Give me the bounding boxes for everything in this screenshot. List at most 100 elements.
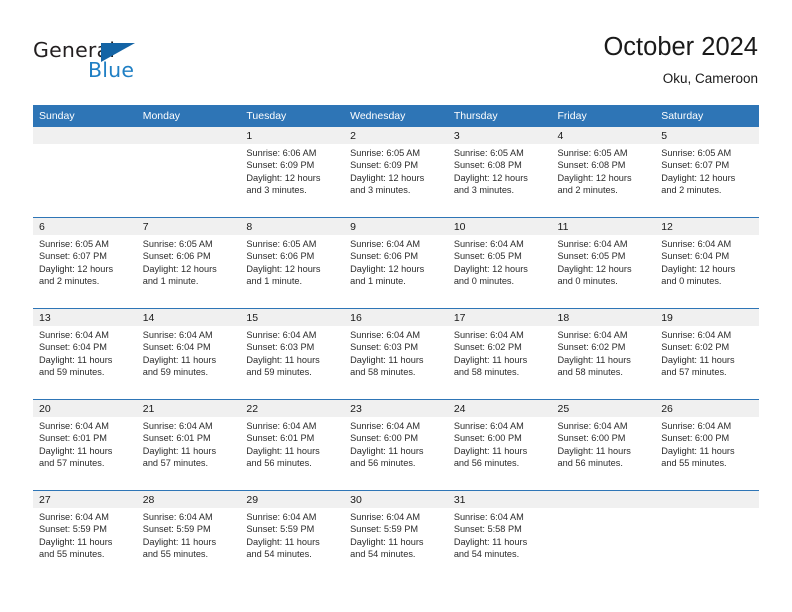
- daylight-text: Daylight: 11 hours and 57 minutes.: [142, 445, 217, 468]
- day-number: 4: [551, 127, 656, 144]
- day-cell[interactable]: [655, 490, 759, 581]
- day-number: 3: [447, 127, 552, 144]
- general-blue-logo: General Blue: [33, 38, 253, 90]
- weekday-header-sunday: Sunday: [33, 105, 137, 127]
- day-cell[interactable]: [551, 490, 656, 581]
- daylight-text: Daylight: 11 hours and 56 minutes.: [453, 445, 528, 468]
- sunset-text: Sunset: 6:03 PM: [350, 342, 419, 353]
- weekday-header-row: Sunday Monday Tuesday Wednesday Thursday…: [33, 105, 759, 127]
- sunset-text: Sunset: 5:59 PM: [39, 524, 107, 535]
- day-cell[interactable]: 27 Sunrise: 6:04 AM Sunset: 5:59 PM Dayligh…: [33, 490, 137, 581]
- daylight-text: Daylight: 11 hours and 59 minutes.: [142, 354, 217, 377]
- sunset-text: Sunset: 6:04 PM: [39, 342, 107, 353]
- day-cell[interactable]: 22 Sunrise: 6:04 AM Sunset: 6:01 PM Dayligh…: [240, 399, 345, 491]
- daylight-text: Daylight: 12 hours and 0 minutes.: [557, 263, 632, 286]
- sunset-text: Sunset: 6:06 PM: [246, 251, 315, 262]
- day-cell[interactable]: 1 Sunrise: 6:06 AM Sunset: 6:09 PM Daylight…: [240, 127, 345, 218]
- day-cell[interactable]: 4 Sunrise: 6:05 AM Sunset: 6:08 PM Daylight…: [551, 127, 656, 218]
- day-cell[interactable]: 17 Sunrise: 6:04 AM Sunset: 6:02 PM Dayligh…: [447, 308, 552, 400]
- daylight-text: Daylight: 12 hours and 1 minute.: [142, 263, 217, 286]
- day-cell[interactable]: 21 Sunrise: 6:04 AM Sunset: 6:01 PM Dayligh…: [136, 399, 241, 491]
- day-cell[interactable]: 3 Sunrise: 6:05 AM Sunset: 6:08 PM Daylight…: [447, 127, 552, 218]
- sunset-text: Sunset: 6:05 PM: [453, 251, 522, 262]
- sunrise-text: Sunrise: 6:04 AM: [350, 512, 421, 522]
- day-number: 9: [344, 218, 448, 235]
- day-cell[interactable]: 28 Sunrise: 6:04 AM Sunset: 5:59 PM Dayligh…: [136, 490, 241, 581]
- day-cell[interactable]: 12 Sunrise: 6:04 AM Sunset: 6:04 PM Dayligh…: [655, 217, 759, 309]
- day-cell[interactable]: 5 Sunrise: 6:05 AM Sunset: 6:07 PM Daylight…: [655, 127, 759, 218]
- day-cell[interactable]: 16 Sunrise: 6:04 AM Sunset: 6:03 PM Dayligh…: [344, 308, 448, 400]
- day-cell[interactable]: 13 Sunrise: 6:04 AM Sunset: 6:04 PM Dayligh…: [33, 308, 137, 400]
- sunset-text: Sunset: 6:05 PM: [557, 251, 626, 262]
- day-cell[interactable]: 25 Sunrise: 6:04 AM Sunset: 6:00 PM Dayligh…: [551, 399, 656, 491]
- day-cell[interactable]: 10 Sunrise: 6:04 AM Sunset: 6:05 PM Dayligh…: [447, 217, 552, 309]
- sunset-text: Sunset: 6:00 PM: [557, 433, 626, 444]
- day-cell[interactable]: 11 Sunrise: 6:04 AM Sunset: 6:05 PM Dayligh…: [551, 217, 656, 309]
- day-cell[interactable]: 8 Sunrise: 6:05 AM Sunset: 6:06 PM Daylight…: [240, 217, 345, 309]
- day-number: 23: [344, 400, 448, 417]
- daylight-text: Daylight: 11 hours and 55 minutes.: [142, 536, 217, 559]
- day-cell[interactable]: 31 Sunrise: 6:04 AM Sunset: 5:58 PM Dayligh…: [447, 490, 552, 581]
- calendar-week-row: 13 Sunrise: 6:04 AM Sunset: 6:04 PM Dayligh…: [33, 308, 759, 400]
- weekday-header-wednesday: Wednesday: [344, 105, 448, 127]
- daylight-text: Daylight: 12 hours and 3 minutes.: [350, 172, 425, 195]
- sunset-text: Sunset: 6:04 PM: [661, 251, 730, 262]
- daylight-text: Daylight: 11 hours and 56 minutes.: [246, 445, 320, 468]
- day-cell[interactable]: 24 Sunrise: 6:04 AM Sunset: 6:00 PM Dayligh…: [447, 399, 552, 491]
- day-cell[interactable]: 20 Sunrise: 6:04 AM Sunset: 6:01 PM Dayligh…: [33, 399, 137, 491]
- day-cell[interactable]: 26 Sunrise: 6:04 AM Sunset: 6:00 PM Dayligh…: [655, 399, 759, 491]
- day-cell[interactable]: 30 Sunrise: 6:04 AM Sunset: 5:59 PM Dayligh…: [344, 490, 448, 581]
- day-number: 27: [33, 491, 137, 508]
- weekday-header-monday: Monday: [136, 105, 241, 127]
- day-cell[interactable]: 29 Sunrise: 6:04 AM Sunset: 5:59 PM Dayligh…: [240, 490, 345, 581]
- sunset-text: Sunset: 6:03 PM: [246, 342, 315, 353]
- day-number: 20: [33, 400, 137, 417]
- day-cell[interactable]: 9 Sunrise: 6:04 AM Sunset: 6:06 PM Daylight…: [344, 217, 448, 309]
- day-number: 11: [551, 218, 656, 235]
- daylight-text: Daylight: 12 hours and 0 minutes.: [661, 263, 736, 286]
- sunset-text: Sunset: 6:02 PM: [557, 342, 626, 353]
- day-cell[interactable]: 2 Sunrise: 6:05 AM Sunset: 6:09 PM Daylight…: [344, 127, 448, 218]
- day-number: 24: [447, 400, 552, 417]
- sunset-text: Sunset: 6:01 PM: [39, 433, 107, 444]
- sunset-text: Sunset: 6:08 PM: [453, 160, 522, 171]
- daylight-text: Daylight: 12 hours and 2 minutes.: [557, 172, 632, 195]
- day-cell[interactable]: 6 Sunrise: 6:05 AM Sunset: 6:07 PM Daylight…: [33, 217, 137, 309]
- day-number: 12: [655, 218, 759, 235]
- day-cell[interactable]: 23 Sunrise: 6:04 AM Sunset: 6:00 PM Dayligh…: [344, 399, 448, 491]
- day-number: 13: [33, 309, 137, 326]
- day-cell[interactable]: [33, 127, 137, 218]
- day-number: 5: [655, 127, 759, 144]
- sunrise-text: Sunrise: 6:04 AM: [39, 512, 109, 522]
- day-number: [655, 491, 759, 508]
- sunrise-text: Sunrise: 6:04 AM: [661, 330, 732, 340]
- day-number: [551, 491, 656, 508]
- sunset-text: Sunset: 5:59 PM: [142, 524, 211, 535]
- calendar-week-row: 20 Sunrise: 6:04 AM Sunset: 6:01 PM Dayligh…: [33, 399, 759, 491]
- page-subtitle-location: Oku, Cameroon: [662, 71, 758, 86]
- day-cell[interactable]: 19 Sunrise: 6:04 AM Sunset: 6:02 PM Dayligh…: [655, 308, 759, 400]
- sunrise-text: Sunrise: 6:05 AM: [142, 239, 213, 249]
- sunset-text: Sunset: 6:01 PM: [246, 433, 315, 444]
- daylight-text: Daylight: 11 hours and 54 minutes.: [453, 536, 528, 559]
- day-number: 7: [136, 218, 241, 235]
- day-cell[interactable]: [136, 127, 241, 218]
- sunset-text: Sunset: 6:00 PM: [453, 433, 522, 444]
- daylight-text: Daylight: 11 hours and 59 minutes.: [39, 354, 113, 377]
- sunset-text: Sunset: 6:00 PM: [661, 433, 730, 444]
- day-cell[interactable]: 14 Sunrise: 6:04 AM Sunset: 6:04 PM Dayligh…: [136, 308, 241, 400]
- day-cell[interactable]: 18 Sunrise: 6:04 AM Sunset: 6:02 PM Dayligh…: [551, 308, 656, 400]
- day-cell[interactable]: 7 Sunrise: 6:05 AM Sunset: 6:06 PM Daylight…: [136, 217, 241, 309]
- sunrise-text: Sunrise: 6:04 AM: [350, 330, 421, 340]
- day-cell[interactable]: 15 Sunrise: 6:04 AM Sunset: 6:03 PM Dayligh…: [240, 308, 345, 400]
- sunrise-text: Sunrise: 6:04 AM: [246, 330, 317, 340]
- day-number: 17: [447, 309, 552, 326]
- sunrise-text: Sunrise: 6:04 AM: [557, 421, 628, 431]
- calendar-week-row: 27 Sunrise: 6:04 AM Sunset: 5:59 PM Dayligh…: [33, 490, 759, 581]
- sunset-text: Sunset: 6:07 PM: [661, 160, 730, 171]
- sunrise-text: Sunrise: 6:04 AM: [246, 512, 317, 522]
- day-number: 2: [344, 127, 448, 144]
- calendar-grid: Sunday Monday Tuesday Wednesday Thursday…: [33, 105, 759, 581]
- sunrise-text: Sunrise: 6:04 AM: [142, 330, 213, 340]
- sunrise-text: Sunrise: 6:04 AM: [453, 239, 524, 249]
